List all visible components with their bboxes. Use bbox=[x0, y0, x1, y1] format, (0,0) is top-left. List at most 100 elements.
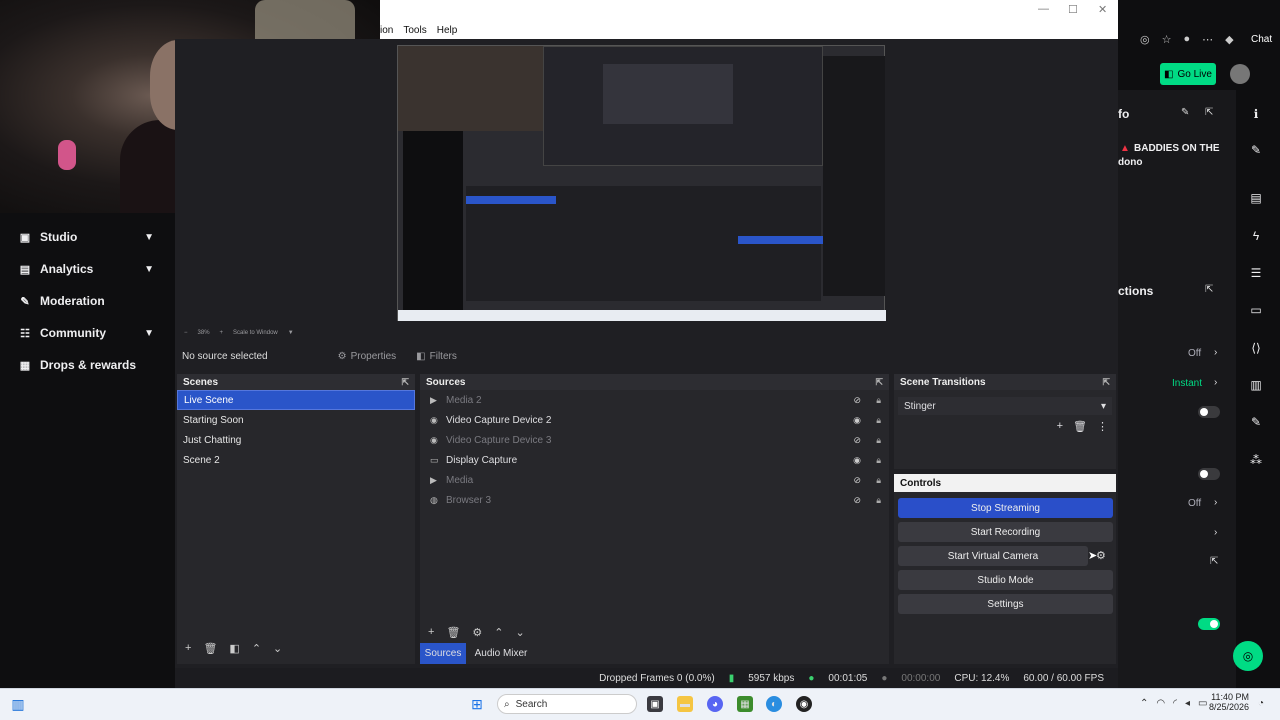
lock-icon[interactable]: 🔒︎ bbox=[876, 415, 881, 426]
profile-icon[interactable]: ● bbox=[1183, 33, 1190, 46]
discord-icon[interactable]: ◕ bbox=[707, 696, 723, 712]
eye-hidden-icon[interactable]: ⊘ bbox=[853, 395, 861, 406]
lightning-icon[interactable]: ϟ bbox=[1244, 224, 1268, 248]
external-link-icon[interactable]: ⇱ bbox=[1210, 556, 1218, 567]
nav-item-analytics[interactable]: ▤ Analytics ▼ bbox=[18, 258, 168, 280]
edit-icon[interactable]: ✎ bbox=[1181, 107, 1189, 118]
more-icon[interactable]: ⋯ bbox=[1202, 33, 1213, 46]
star-icon[interactable]: ☆ bbox=[1162, 33, 1172, 46]
zoom-in-button[interactable]: + bbox=[220, 330, 224, 336]
add-icon[interactable]: + bbox=[1057, 420, 1063, 433]
gear-icon[interactable]: ⚙ bbox=[472, 626, 482, 639]
start-virtual-camera-button[interactable]: Start Virtual Camera bbox=[898, 546, 1088, 566]
extension-icon[interactable]: ◎ bbox=[1140, 33, 1150, 46]
lock-icon[interactable]: 🔒︎ bbox=[876, 435, 881, 446]
toggle-switch[interactable] bbox=[1198, 406, 1220, 418]
source-item[interactable]: ◍ Browser 3 ⊘ 🔒︎ bbox=[420, 490, 889, 510]
scene-item[interactable]: Scene 2 bbox=[177, 450, 415, 470]
chat-bubble-icon[interactable]: ▭ bbox=[1244, 298, 1268, 322]
extensions-icon[interactable]: ⁂ bbox=[1244, 448, 1268, 472]
source-item[interactable]: ▶ Media 2 ⊘ 🔒︎ bbox=[420, 390, 889, 410]
avatar[interactable] bbox=[1230, 64, 1250, 84]
minimize-icon[interactable]: — bbox=[1038, 3, 1049, 15]
chevron-up-icon[interactable]: ⌃ bbox=[1140, 698, 1148, 709]
settings-button[interactable]: Settings bbox=[898, 594, 1113, 614]
eye-hidden-icon[interactable]: ⊘ bbox=[853, 475, 861, 486]
minecraft-icon[interactable]: ▦ bbox=[737, 696, 753, 712]
move-up-icon[interactable]: ⌃ bbox=[494, 626, 503, 639]
menu-item-tools[interactable]: Tools bbox=[403, 25, 426, 36]
chat-label[interactable]: Chat bbox=[1251, 34, 1272, 45]
volume-icon[interactable]: ◂ bbox=[1185, 698, 1190, 709]
chevron-right-icon[interactable]: › bbox=[1214, 527, 1217, 538]
more-icon[interactable]: ⋮ bbox=[1097, 420, 1108, 433]
lock-icon[interactable]: 🔒︎ bbox=[876, 395, 881, 406]
move-up-icon[interactable]: ⌃ bbox=[252, 642, 261, 655]
studio-mode-button[interactable]: Studio Mode bbox=[898, 570, 1113, 590]
popout-icon[interactable]: ⇱ bbox=[875, 377, 883, 388]
chevron-right-icon[interactable]: › bbox=[1214, 347, 1217, 358]
gear-icon[interactable]: ⚙ bbox=[1096, 549, 1106, 562]
lock-icon[interactable]: 🔒︎ bbox=[876, 475, 881, 486]
info-icon[interactable]: ℹ bbox=[1244, 102, 1268, 126]
pencil-icon[interactable]: ✎ bbox=[1244, 138, 1268, 162]
popout-icon[interactable]: ⇱ bbox=[1102, 377, 1110, 388]
eye-hidden-icon[interactable]: ⊘ bbox=[853, 435, 861, 446]
taskbar-search[interactable]: ⌕ Search bbox=[497, 694, 637, 714]
popout-icon[interactable]: ⇱ bbox=[401, 377, 409, 388]
list-icon[interactable]: ☰ bbox=[1244, 261, 1268, 285]
scene-item[interactable]: Starting Soon bbox=[177, 410, 415, 430]
scene-item[interactable]: Live Scene bbox=[177, 390, 415, 410]
filter-icon[interactable]: ◧ bbox=[229, 642, 239, 655]
move-down-icon[interactable]: ⌄ bbox=[516, 626, 525, 639]
layout-icon[interactable]: ▥ bbox=[1244, 373, 1268, 397]
headset-icon[interactable]: ◎ bbox=[1233, 641, 1263, 671]
lock-icon[interactable]: 🔒︎ bbox=[876, 455, 881, 466]
nav-item-drops-rewards[interactable]: ▦ Drops & rewards bbox=[18, 354, 168, 376]
file-explorer-icon[interactable]: ▬ bbox=[677, 696, 693, 712]
transition-select[interactable]: Stinger ▾ bbox=[898, 397, 1112, 415]
start-recording-button[interactable]: Start Recording bbox=[898, 522, 1113, 542]
scene-item[interactable]: Just Chatting bbox=[177, 430, 415, 450]
eye-icon[interactable]: ◉ bbox=[853, 455, 861, 466]
trash-icon[interactable]: 🗑 bbox=[1073, 420, 1087, 433]
notification-bell-icon[interactable]: ◔ bbox=[1258, 698, 1264, 709]
edge-icon[interactable]: ◐ bbox=[766, 696, 782, 712]
windows-start-icon[interactable]: ⊞ bbox=[469, 696, 485, 712]
source-item[interactable]: ◉ Video Capture Device 3 ⊘ 🔒︎ bbox=[420, 430, 889, 450]
popout-icon[interactable]: ⇱ bbox=[1205, 107, 1213, 118]
tab-audio-mixer[interactable]: Audio Mixer bbox=[466, 643, 536, 664]
stop-streaming-button[interactable]: Stop Streaming bbox=[898, 498, 1113, 518]
nav-item-studio[interactable]: ▣ Studio ▼ bbox=[18, 226, 168, 248]
properties-button[interactable]: ⚙ Properties bbox=[338, 351, 397, 362]
chevron-right-icon[interactable]: › bbox=[1214, 497, 1217, 508]
source-item[interactable]: ▭ Display Capture ◉ 🔒︎ bbox=[420, 450, 889, 470]
wrench-icon[interactable]: ✎ bbox=[1244, 410, 1268, 434]
go-live-button[interactable]: ◧ Go Live bbox=[1160, 63, 1216, 85]
network-icon[interactable]: ◠ bbox=[1156, 698, 1165, 709]
panel-icon[interactable]: ▤ bbox=[1244, 186, 1268, 210]
maximize-icon[interactable]: ☐ bbox=[1068, 3, 1078, 16]
chevron-right-icon[interactable]: › bbox=[1214, 377, 1217, 388]
add-icon[interactable]: + bbox=[428, 626, 434, 638]
source-item[interactable]: ◉ Video Capture Device 2 ◉ 🔒︎ bbox=[420, 410, 889, 430]
nav-item-community[interactable]: ☷ Community ▼ bbox=[18, 322, 168, 344]
wifi-icon[interactable]: ◜ bbox=[1173, 698, 1177, 709]
eye-icon[interactable]: ◉ bbox=[853, 415, 861, 426]
source-item[interactable]: ▶ Media ⊘ 🔒︎ bbox=[420, 470, 889, 490]
add-icon[interactable]: + bbox=[185, 642, 191, 654]
zoom-mode-select[interactable]: Scale to Window bbox=[233, 330, 278, 336]
copilot-icon[interactable]: ◆ bbox=[1225, 33, 1233, 46]
toggle-switch-on[interactable] bbox=[1198, 618, 1220, 630]
lock-icon[interactable]: 🔒︎ bbox=[876, 495, 881, 506]
move-down-icon[interactable]: ⌄ bbox=[273, 642, 282, 655]
menu-item-help[interactable]: Help bbox=[437, 25, 458, 36]
nav-item-moderation[interactable]: ✎ Moderation bbox=[18, 290, 168, 312]
toggle-switch[interactable] bbox=[1198, 468, 1220, 480]
clock[interactable]: 11:40 PM 8/25/2026 bbox=[1205, 692, 1249, 712]
filters-button[interactable]: ◧ Filters bbox=[416, 351, 457, 362]
obs-icon[interactable]: ◉ bbox=[796, 696, 812, 712]
zoom-out-button[interactable]: − bbox=[184, 330, 188, 336]
task-view-icon[interactable]: ▣ bbox=[647, 696, 663, 712]
sidebar-widgets-icon[interactable]: ▥ bbox=[10, 696, 26, 712]
